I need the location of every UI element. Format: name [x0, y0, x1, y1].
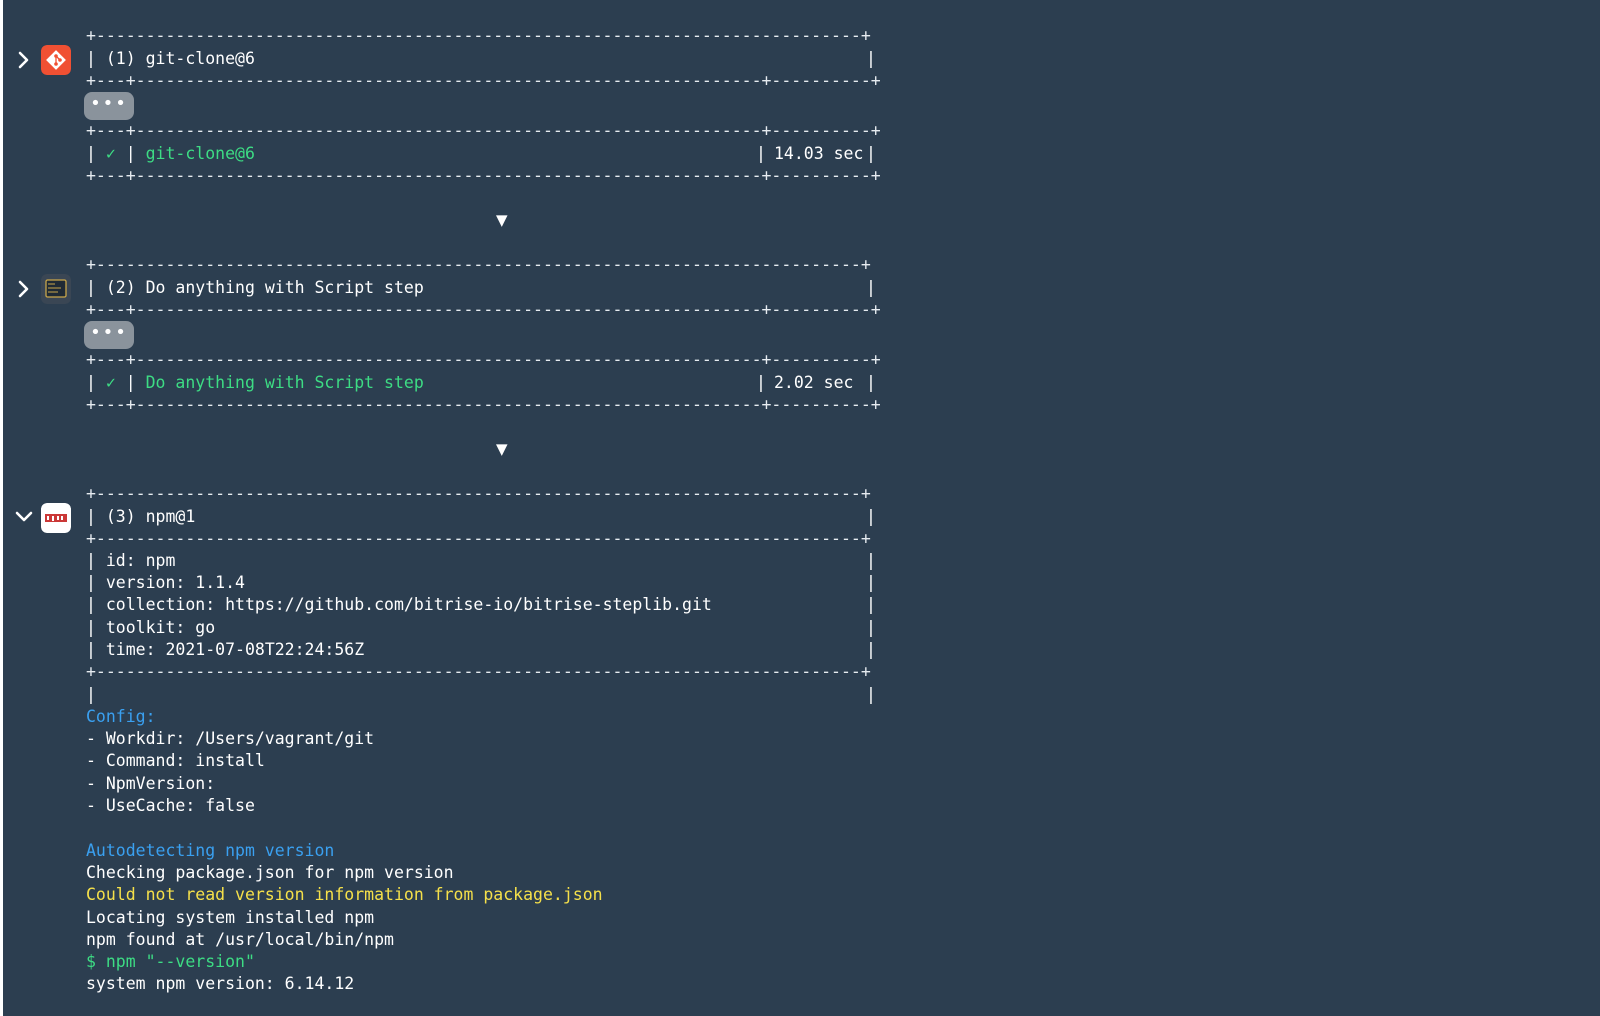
step-info-id: | id: npm | — [86, 551, 876, 570]
step-summary-row: | ✓ | Do anything with Script step | 2.02… — [86, 372, 876, 395]
box-border: +---+-----------------------------------… — [86, 395, 881, 414]
box-border: +---------------------------------------… — [86, 26, 871, 45]
box-border: +---+-----------------------------------… — [86, 350, 881, 369]
step-index: (3) — [105, 507, 136, 526]
git-icon — [41, 45, 71, 75]
step-info-collection: | collection: https://github.com/bitrise… — [86, 595, 876, 614]
flow-arrow-icon: ▼ — [496, 440, 508, 458]
box-border: +---------------------------------------… — [86, 484, 871, 503]
step-index: (1) — [105, 49, 136, 68]
expand-step-button[interactable]: ••• — [84, 92, 134, 120]
step-duration: 14.03 sec — [774, 144, 864, 163]
success-check-icon: ✓ — [105, 144, 116, 163]
box-border: +---+-----------------------------------… — [86, 300, 881, 319]
log-line: npm found at /usr/local/bin/npm — [86, 930, 394, 949]
step-title: npm@1 — [145, 507, 196, 526]
step-summary-title: git-clone@6 — [145, 144, 255, 163]
autodetect-header: Autodetecting npm version — [86, 841, 335, 860]
step-title: git-clone@6 — [145, 49, 255, 68]
config-line: - UseCache: false — [86, 796, 255, 815]
success-check-icon: ✓ — [105, 373, 116, 392]
step-index: (2) — [105, 278, 136, 297]
config-line: - NpmVersion: — [86, 774, 216, 793]
step-header: | (2) Do anything with Script step | — [86, 278, 876, 297]
build-log-viewer: +---------------------------------------… — [3, 0, 1600, 1016]
log-line: Checking package.json for npm version — [86, 863, 454, 882]
box-border: +---------------------------------------… — [86, 255, 871, 274]
npm-icon — [41, 503, 71, 533]
step-info-version: | version: 1.1.4 | — [86, 573, 876, 592]
config-line: - Command: install — [86, 751, 265, 770]
step-duration: 2.02 sec — [774, 373, 854, 392]
flow-arrow-icon: ▼ — [496, 211, 508, 229]
command-line: $ npm "--version" — [86, 952, 255, 971]
step-info-time: | time: 2021-07-08T22:24:56Z | — [86, 640, 876, 659]
box-border: | | — [86, 685, 876, 704]
step-summary-row: | ✓ | git-clone@6 | 14.03 sec | — [86, 143, 876, 166]
log-line: system npm version: 6.14.12 — [86, 974, 355, 993]
box-border: +---+-----------------------------------… — [86, 166, 881, 185]
script-icon — [41, 274, 71, 304]
config-header: Config: — [86, 707, 156, 726]
box-border: +---------------------------------------… — [86, 662, 871, 681]
step-summary-title: Do anything with Script step — [145, 373, 424, 392]
box-border: +---+-----------------------------------… — [86, 71, 881, 90]
config-line: - Workdir: /Users/vagrant/git — [86, 729, 375, 748]
box-border: +---+-----------------------------------… — [86, 121, 881, 140]
step-info-toolkit: | toolkit: go | — [86, 618, 876, 637]
step-title: Do anything with Script step — [145, 278, 424, 297]
box-border: +---------------------------------------… — [86, 529, 871, 548]
expand-step-button[interactable]: ••• — [84, 321, 134, 349]
warning-line: Could not read version information from … — [86, 885, 603, 904]
step-header: | (1) git-clone@6 | — [86, 49, 876, 68]
log-line: Locating system installed npm — [86, 908, 375, 927]
step-header: | (3) npm@1 | — [86, 507, 876, 526]
